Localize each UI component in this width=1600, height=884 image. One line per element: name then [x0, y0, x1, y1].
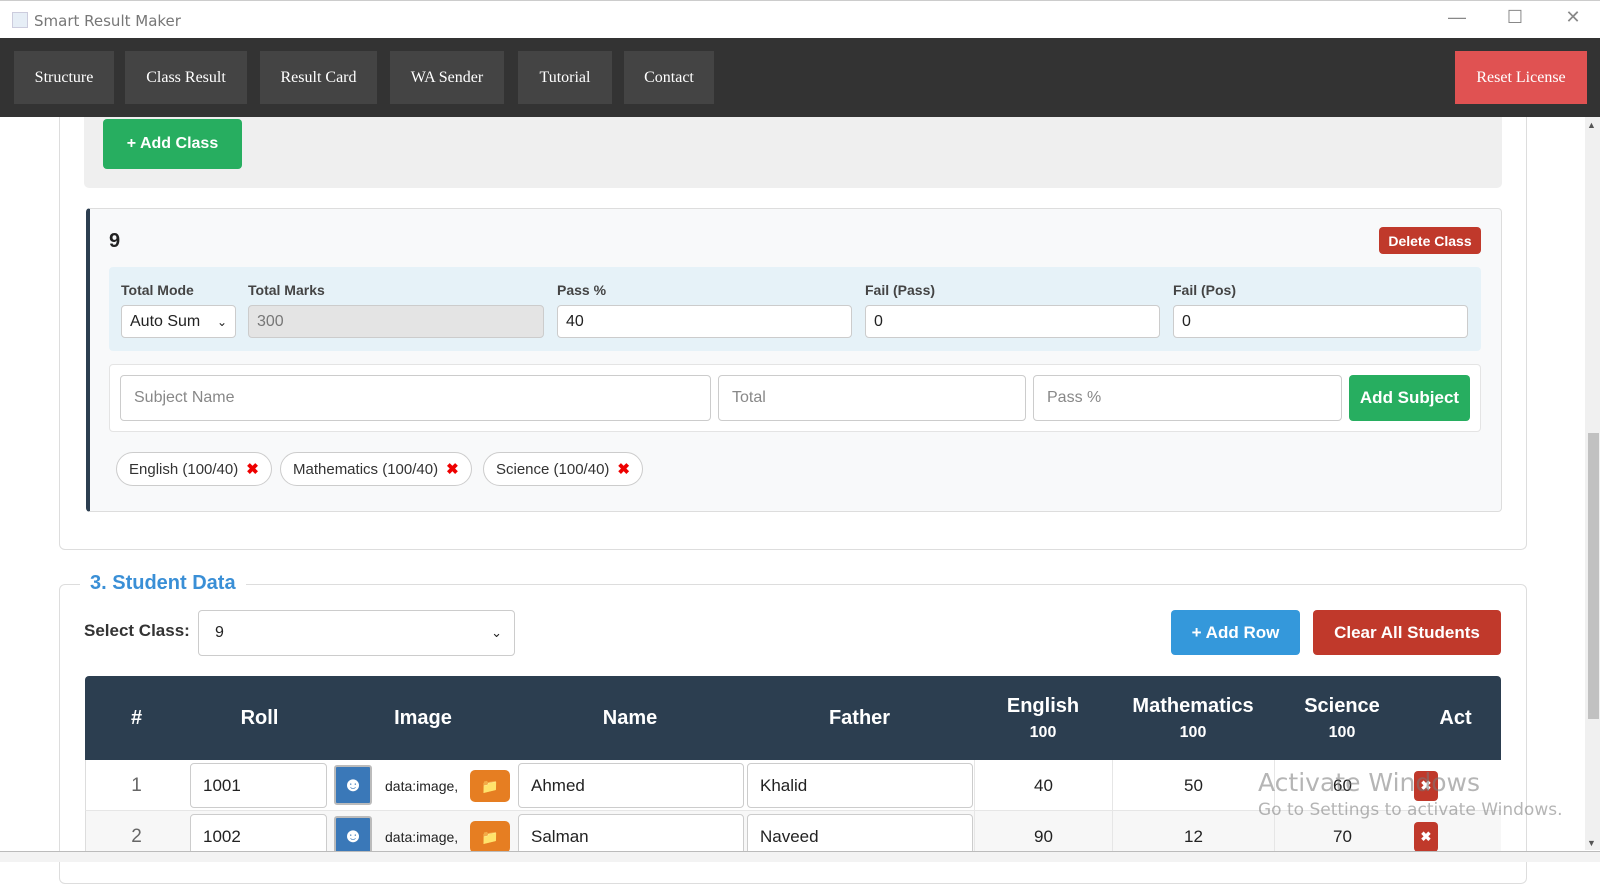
close-icon: ✖ [1414, 822, 1438, 852]
folder-icon: 📁 [470, 770, 510, 802]
header-science: Science 100 [1274, 676, 1410, 760]
user-avatar-icon: ☻ [334, 765, 372, 805]
header-label: Name [602, 706, 658, 729]
math-mark[interactable]: 50 [1112, 760, 1274, 811]
delete-class-button[interactable]: Delete Class [1379, 227, 1481, 254]
add-subject-button[interactable]: Add Subject [1349, 375, 1470, 421]
clear-all-students-button[interactable]: Clear All Students [1313, 610, 1501, 655]
remove-icon[interactable]: ✖ [246, 460, 259, 478]
roll-input[interactable]: 1001 [190, 763, 327, 808]
header-image: Image [331, 676, 515, 760]
subject-chip-label: Science (100/40) [496, 460, 610, 478]
nav-tutorial[interactable]: Tutorial [518, 51, 612, 104]
header-label: Image [394, 706, 452, 729]
select-class-dropdown[interactable]: 9 ⌄ [198, 610, 515, 656]
total-marks-label: Total Marks [248, 282, 325, 298]
subject-chip-label: Mathematics (100/40) [293, 460, 439, 478]
app-icon [12, 12, 28, 28]
subject-chip: Mathematics (100/40) ✖ [280, 452, 472, 486]
nav-wa-sender[interactable]: WA Sender [390, 51, 504, 104]
subject-name-input[interactable]: Subject Name [120, 375, 711, 421]
delete-row-button[interactable]: ✖ [1414, 822, 1438, 852]
student-photo: ☻ [334, 765, 372, 805]
add-class-button[interactable]: + Add Class [103, 119, 242, 169]
english-mark[interactable]: 40 [974, 760, 1112, 811]
select-class-label: Select Class: [84, 621, 190, 640]
pass-percent-input[interactable]: 40 [557, 305, 852, 338]
total-mode-label: Total Mode [121, 282, 194, 298]
header-total: 100 [1328, 723, 1356, 741]
close-icon[interactable]: ✕ [1558, 7, 1588, 28]
header-label: English [1006, 694, 1080, 717]
reset-license-button[interactable]: Reset License [1455, 51, 1587, 104]
scroll-down-icon[interactable]: ▼ [1587, 838, 1596, 848]
select-class-value: 9 [215, 624, 224, 641]
father-input[interactable]: Khalid [747, 763, 973, 808]
header-total: 100 [1179, 723, 1207, 741]
header-num: # [85, 676, 188, 760]
student-photo: ☻ [334, 816, 372, 856]
header-label: Father [828, 706, 891, 729]
subject-chip-label: English (100/40) [129, 460, 239, 478]
user-avatar-icon: ☻ [334, 816, 372, 856]
header-total: 100 [1029, 723, 1057, 741]
header-label: Science [1304, 694, 1380, 717]
title-bar: Smart Result Maker — ☐ ✕ [0, 0, 1600, 38]
total-marks-input: 300 [248, 305, 544, 338]
add-row-button[interactable]: + Add Row [1171, 610, 1300, 655]
fail-pos-label: Fail (Pos) [1173, 282, 1237, 298]
watermark-subtitle: Go to Settings to activate Windows. [1258, 800, 1563, 820]
subject-chip: Science (100/40) ✖ [483, 452, 643, 486]
section-title: 3. Student Data [80, 572, 246, 595]
minimize-icon[interactable]: — [1442, 7, 1472, 28]
watermark-title: Activate Windows [1258, 768, 1480, 797]
window-title: Smart Result Maker [34, 12, 181, 30]
status-bar [0, 851, 1600, 862]
browse-image-button[interactable]: 📁 [470, 821, 510, 853]
scroll-up-icon[interactable]: ▲ [1587, 120, 1596, 130]
name-input[interactable]: Ahmed [518, 763, 744, 808]
pass-percent-label: Pass % [557, 282, 607, 298]
header-father: Father [745, 676, 974, 760]
remove-icon[interactable]: ✖ [446, 460, 459, 478]
nav-structure[interactable]: Structure [14, 51, 114, 104]
nav-bar: Structure Class Result Result Card WA Se… [0, 38, 1600, 117]
image-data-text: data:image, [385, 777, 459, 794]
chevron-down-icon: ⌄ [491, 625, 502, 640]
header-label: # [130, 706, 143, 729]
subject-total-input[interactable]: Total [718, 375, 1026, 421]
header-roll: Roll [188, 676, 331, 760]
row-number: 1 [131, 774, 142, 796]
header-label: Roll [240, 706, 279, 729]
total-mode-value: Auto Sum [130, 312, 201, 330]
fail-pass-input[interactable]: 0 [865, 305, 1160, 338]
header-name: Name [515, 676, 745, 760]
browse-image-button[interactable]: 📁 [470, 770, 510, 802]
fail-pos-input[interactable]: 0 [1173, 305, 1468, 338]
subject-pass-input[interactable]: Pass % [1033, 375, 1342, 421]
header-math: Mathematics 100 [1112, 676, 1274, 760]
total-mode-select[interactable]: Auto Sum ⌄ [121, 305, 236, 338]
header-label: Act [1439, 706, 1472, 729]
header-act: Act [1410, 676, 1501, 760]
chevron-down-icon: ⌄ [216, 314, 227, 329]
remove-icon[interactable]: ✖ [617, 460, 630, 478]
add-class-panel [84, 117, 1502, 188]
subject-chip: English (100/40) ✖ [116, 452, 272, 486]
header-english: English 100 [974, 676, 1112, 760]
scrollbar-thumb[interactable] [1588, 433, 1599, 719]
nav-result-card[interactable]: Result Card [260, 51, 377, 104]
header-label: Mathematics [1132, 694, 1254, 717]
nav-class-result[interactable]: Class Result [125, 51, 247, 104]
nav-contact[interactable]: Contact [624, 51, 714, 104]
class-name: 9 [109, 230, 121, 252]
folder-icon: 📁 [470, 821, 510, 853]
fail-pass-label: Fail (Pass) [865, 282, 936, 298]
maximize-icon[interactable]: ☐ [1500, 7, 1530, 28]
